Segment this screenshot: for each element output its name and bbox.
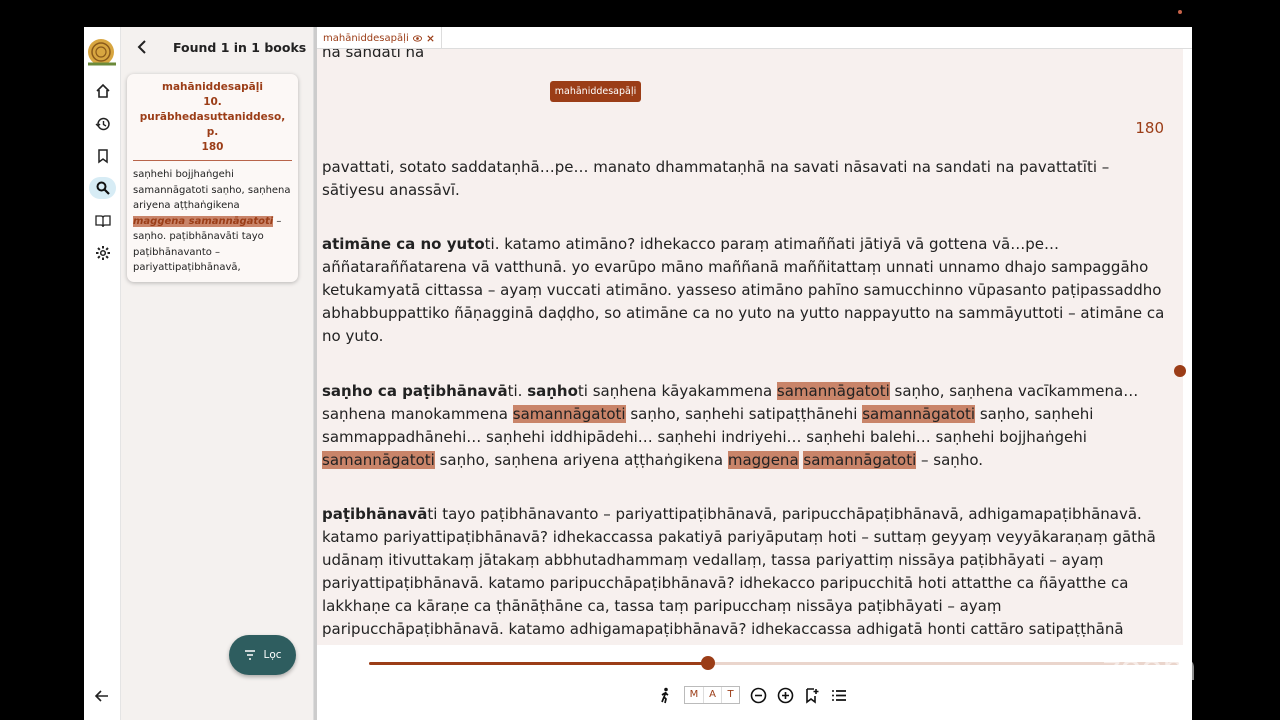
zoom-in-icon[interactable]: [777, 687, 794, 704]
paragraph-text: ti.: [507, 382, 528, 400]
reader-pane: mahāniddesapāḷi na sandati na 180 pavatt…: [314, 27, 1192, 720]
paragraph-heading: saṇho ca paṭibhānavā: [322, 382, 508, 400]
paragraph-text: saṇho, saṇhena ariyena aṭṭhaṅgikena: [434, 451, 728, 469]
eye-icon[interactable]: [412, 34, 422, 43]
filter-icon: [245, 650, 256, 660]
search-highlight: samannāgatoti: [512, 405, 626, 423]
results-count: Found 1 in 1 books: [173, 40, 307, 55]
back-arrow-icon[interactable]: [93, 687, 111, 705]
walk-icon[interactable]: [657, 687, 674, 704]
reader-toolbar: M A T: [657, 685, 848, 705]
home-button[interactable]: [89, 80, 116, 102]
results-header: Found 1 in 1 books: [121, 27, 314, 67]
search-highlight: samannāgatoti: [322, 451, 435, 469]
paragraph-text: – saṇho.: [916, 451, 984, 469]
paragraph-heading: atimāne ca no yuto: [322, 235, 485, 253]
paragraph: atimāne ca no yutoti. katamo atimāno? id…: [322, 233, 1167, 348]
paragraph: paṭibhānavāti tayo paṭibhānavanto – pari…: [322, 503, 1167, 645]
mat-script-toggle[interactable]: M A T: [684, 686, 740, 704]
result-title-line: 180: [201, 141, 224, 153]
result-title-line: 10.: [203, 96, 222, 108]
list-icon[interactable]: [831, 687, 848, 704]
paragraph: pavattati, sotato saddataṇhā…pe… manato …: [322, 158, 1110, 199]
history-button[interactable]: [89, 113, 116, 135]
result-title-line: mahāniddesapāḷi: [162, 81, 263, 93]
zoom-out-icon[interactable]: [750, 687, 767, 704]
tab-bar: mahāniddesapāḷi: [317, 27, 1192, 49]
page-slider-fill: [369, 662, 708, 665]
script-t-button[interactable]: T: [721, 687, 739, 703]
paragraph-text: ti tayo paṭibhānavanto – pariyattipaṭibh…: [322, 505, 1161, 645]
close-icon[interactable]: [426, 34, 435, 43]
page-slider[interactable]: [369, 656, 1179, 670]
zoom-watermark: zoom: [1102, 648, 1197, 689]
bookmarks-button[interactable]: [89, 145, 116, 167]
gear-icon: [95, 246, 110, 260]
search-highlight: samannāgatoti: [803, 451, 917, 469]
paragraph-text: ti saṇhena kāyakammena: [577, 382, 777, 400]
result-snippet: saṇhehi bojjhaṅgehi samannāgatoti saṇho,…: [133, 167, 292, 276]
scroll-indicator[interactable]: [1174, 365, 1186, 377]
bookmark-add-icon[interactable]: [804, 687, 821, 704]
back-arrow-icon[interactable]: [135, 39, 149, 55]
snippet-text: saṇhehi bojjhaṅgehi samannāgatoti saṇho,…: [133, 169, 291, 211]
nav-rail: [84, 27, 121, 720]
paragraph: saṇho ca paṭibhānavāti. saṇhoti saṇhena …: [322, 380, 1167, 472]
paragraph-text: saṇho, saṇhehi satipaṭṭhānehi: [625, 405, 863, 423]
tab-tooltip: mahāniddesapāḷi: [550, 81, 641, 102]
paragraph-heading: paṭibhānavā: [322, 505, 428, 523]
camera-indicator: [1178, 10, 1182, 14]
app-logo: [88, 39, 116, 66]
search-highlight: samannāgatoti: [862, 405, 976, 423]
tab-mahaniddesapali[interactable]: mahāniddesapāḷi: [317, 27, 442, 49]
history-icon: [95, 117, 110, 131]
search-result-card[interactable]: mahāniddesapāḷi 10. purābhedasuttaniddes…: [127, 74, 298, 282]
library-button[interactable]: [89, 210, 116, 232]
search-button[interactable]: [89, 177, 116, 199]
search-icon: [96, 181, 110, 195]
search-highlight: maggena: [727, 451, 799, 469]
card-divider: [133, 160, 292, 161]
paragraph-heading: saṇho: [527, 382, 578, 400]
clipped-text: na sandati na: [322, 49, 425, 61]
page-number: 180: [1135, 119, 1164, 137]
filter-button[interactable]: Lọc: [229, 635, 296, 675]
settings-button[interactable]: [89, 242, 116, 264]
snippet-highlight: maggena samannāgatoti: [133, 215, 274, 227]
result-title: mahāniddesapāḷi 10. purābhedasuttaniddes…: [133, 80, 292, 155]
bookmark-icon: [97, 149, 108, 164]
search-results-panel: Found 1 in 1 books mahāniddesapāḷi 10. p…: [121, 27, 314, 720]
reader-content[interactable]: na sandati na 180 pavattati, sotato sadd…: [317, 49, 1183, 645]
search-highlight: samannāgatoti: [776, 382, 890, 400]
script-a-button[interactable]: A: [703, 687, 721, 703]
page-slider-thumb[interactable]: [700, 656, 715, 670]
app-window: Found 1 in 1 books mahāniddesapāḷi 10. p…: [84, 27, 1192, 720]
book-icon: [94, 215, 111, 228]
home-icon: [95, 83, 110, 98]
filter-label: Lọc: [263, 649, 282, 661]
result-title-line: purābhedasuttaniddeso, p.: [139, 111, 286, 138]
reader-controls: M A T: [317, 645, 1192, 720]
script-m-button[interactable]: M: [685, 687, 703, 703]
tab-label: mahāniddesapāḷi: [323, 32, 409, 44]
